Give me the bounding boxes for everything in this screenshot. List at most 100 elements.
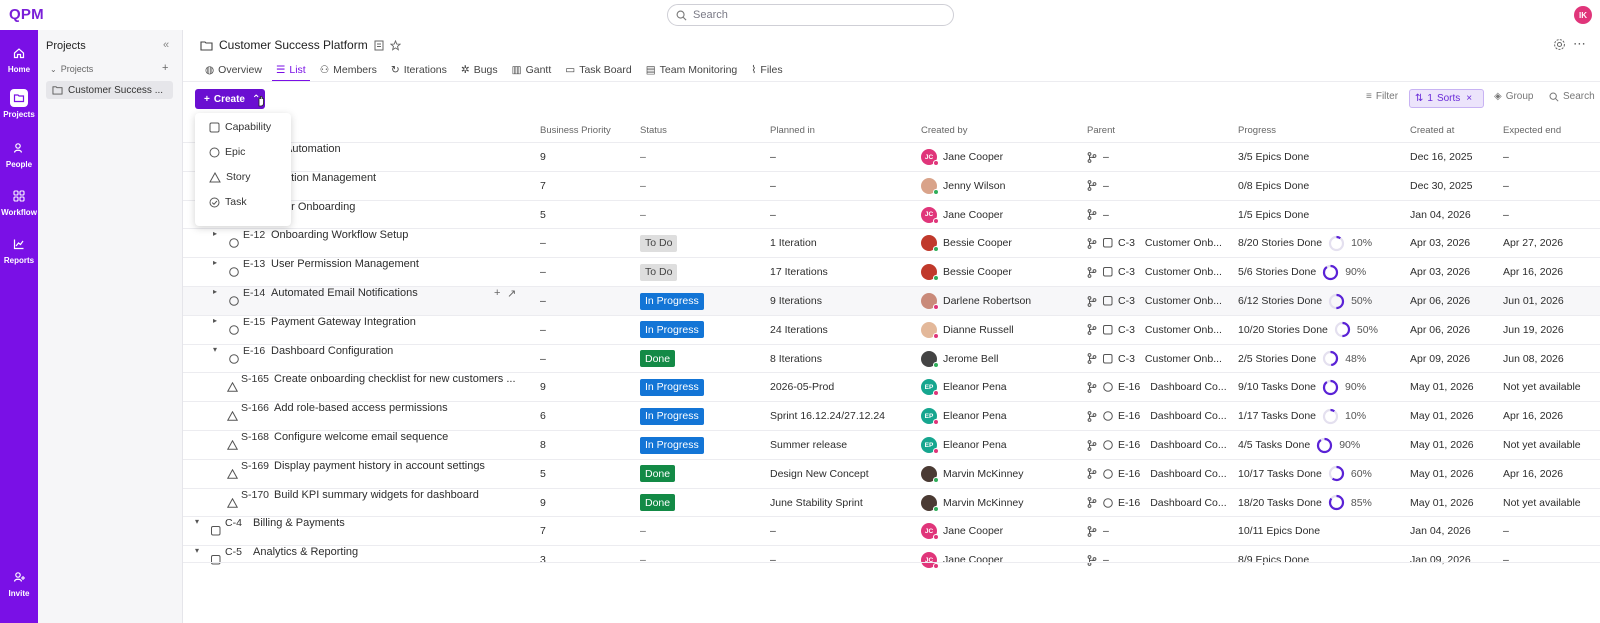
item-title[interactable]: er Onboarding [285, 201, 355, 213]
parent-title[interactable]: – [1103, 151, 1109, 163]
column-header-status[interactable]: Status [640, 125, 667, 136]
parent-title[interactable]: Dashboard Co... [1150, 410, 1226, 422]
menu-item-task[interactable]: Task [209, 196, 247, 208]
expand-caret-icon[interactable]: ▸ [213, 229, 217, 238]
group-button[interactable]: ◈ Group [1494, 91, 1534, 102]
tab-iterations[interactable]: ↻ Iterations [384, 60, 454, 80]
parent-title[interactable]: – [1103, 525, 1109, 537]
settings-icon[interactable] [1553, 38, 1566, 54]
tab-list[interactable]: ☰ List [269, 60, 313, 82]
table-row[interactable]: S-170 Build KPI summary widgets for dashb… [183, 487, 1600, 517]
avatar[interactable] [921, 177, 939, 195]
status-badge[interactable]: In Progress [640, 407, 704, 425]
column-header-priority[interactable]: Business Priority [540, 125, 611, 136]
expand-caret-icon[interactable]: ▸ [213, 258, 217, 267]
table-search-button[interactable]: Search [1549, 91, 1595, 102]
sidebar-item-project[interactable]: Customer Success ... [46, 81, 173, 99]
create-button[interactable]: + Create ⌃ [195, 89, 265, 109]
parent-title[interactable]: Customer Onb... [1145, 324, 1222, 336]
table-row[interactable]: ▸ E-15 Payment Gateway Integration – In Prog… [183, 314, 1600, 344]
table-row[interactable]: ▾ C-4 Billing & Payments 7 – – JC Jane Cooper – 1… [183, 516, 1600, 545]
avatar[interactable] [921, 293, 939, 310]
item-title[interactable]: Payment Gateway Integration [271, 316, 416, 328]
item-title[interactable]: Analytics & Reporting [253, 546, 358, 558]
item-title[interactable]: Display payment history in account setti… [274, 460, 485, 472]
app-logo[interactable]: QPM [9, 6, 44, 23]
add-project-icon[interactable]: + [162, 62, 168, 74]
item-title[interactable]: Configure welcome email sequence [274, 431, 448, 443]
avatar[interactable] [921, 465, 939, 483]
parent-title[interactable]: Dashboard Co... [1150, 381, 1226, 393]
status-badge[interactable]: To Do [640, 234, 678, 252]
parent-title[interactable]: Dashboard Co... [1150, 439, 1226, 451]
table-row[interactable]: S-169 Display payment history in account … [183, 458, 1600, 488]
table-row[interactable]: S-166 Add role-based access permissions 6 I… [183, 401, 1600, 430]
parent-title[interactable]: – [1103, 180, 1109, 192]
menu-item-capability[interactable]: Capability [209, 121, 271, 133]
parent-title[interactable]: – [1103, 554, 1109, 566]
parent-title[interactable]: – [1103, 209, 1109, 221]
table-row[interactable]: ▸ E-13 User Permission Management – To Do 17 … [183, 257, 1600, 286]
tab-team-monitoring[interactable]: ▤ Team Monitoring [639, 60, 745, 80]
rail-item-workflow[interactable]: Workflow [0, 187, 38, 217]
status-badge[interactable]: Done [640, 350, 676, 368]
projects-section-toggle[interactable]: ⌄ Projects [50, 64, 93, 74]
column-header-expected-end[interactable]: Expected end [1503, 125, 1561, 136]
parent-title[interactable]: Customer Onb... [1145, 237, 1222, 249]
document-icon[interactable] [374, 40, 384, 51]
rail-item-people[interactable]: People [0, 139, 38, 169]
item-title[interactable]: Build KPI summary widgets for dashboard [274, 489, 479, 501]
item-title[interactable]: Billing & Payments [253, 517, 345, 529]
rail-item-reports[interactable]: Reports [0, 235, 38, 265]
expand-caret-icon[interactable]: ▸ [213, 287, 217, 296]
global-search-input[interactable]: Search [667, 4, 954, 26]
tab-task-board[interactable]: ▭ Task Board [558, 60, 638, 80]
status-badge[interactable]: Done [640, 465, 676, 483]
parent-title[interactable]: Dashboard Co... [1150, 497, 1226, 509]
item-title[interactable]: Add role-based access permissions [274, 402, 448, 414]
table-row[interactable]: S-165 Create onboarding checklist for new… [183, 372, 1600, 401]
avatar[interactable]: JC [921, 523, 939, 541]
avatar[interactable] [921, 264, 939, 282]
avatar[interactable] [921, 350, 939, 368]
more-options-icon[interactable]: ⋯ [1573, 36, 1586, 52]
parent-title[interactable]: Customer Onb... [1145, 295, 1222, 307]
table-row[interactable]: ▸ E-12 Onboarding Workflow Setup – To Do 1 It… [183, 228, 1600, 257]
collapse-caret-icon[interactable]: ▾ [195, 546, 199, 555]
column-header-planned[interactable]: Planned in [770, 125, 815, 136]
status-badge[interactable]: Done [640, 494, 676, 512]
table-row[interactable]: ▾ E-16 Dashboard Configuration – Done 8 Itera… [183, 343, 1600, 373]
collapse-caret-icon[interactable]: ▾ [195, 517, 199, 526]
item-title[interactable]: Onboarding Workflow Setup [271, 229, 408, 241]
collapse-caret-icon[interactable]: ▾ [213, 345, 217, 354]
avatar[interactable]: EP [921, 408, 939, 426]
tab-overview[interactable]: ◍ Overview [198, 60, 269, 80]
status-badge[interactable]: In Progress [640, 292, 704, 310]
status-badge[interactable]: In Progress [640, 378, 704, 396]
avatar[interactable] [921, 235, 939, 253]
tab-files[interactable]: ⌇ Files [744, 60, 789, 80]
column-header-parent[interactable]: Parent [1087, 125, 1115, 136]
avatar[interactable]: JC [921, 149, 939, 166]
item-title[interactable]: Automation [285, 143, 341, 155]
parent-title[interactable]: Customer Onb... [1145, 353, 1222, 365]
column-header-created-at[interactable]: Created at [1410, 125, 1454, 136]
avatar[interactable]: JC [921, 552, 939, 570]
item-title[interactable]: Dashboard Configuration [271, 345, 393, 357]
avatar[interactable] [921, 321, 939, 339]
close-icon[interactable]: × [1466, 93, 1472, 104]
table-row[interactable]: Automation 9 – – JC Jane Cooper – 3/5 Epics Don… [183, 142, 1600, 171]
tab-bugs[interactable]: ✲ Bugs [454, 60, 505, 80]
avatar[interactable] [921, 494, 939, 512]
avatar[interactable]: EP [921, 379, 939, 397]
collapse-panel-icon[interactable]: « [163, 39, 169, 51]
table-row[interactable]: otion Management 7 – – Jenny Wilson – 0/8 Epic… [183, 170, 1600, 200]
table-row[interactable]: S-168 Configure welcome email sequence 8 In… [183, 430, 1600, 459]
avatar[interactable]: JC [921, 206, 939, 224]
parent-title[interactable]: Customer Onb... [1145, 266, 1222, 278]
tab-gantt[interactable]: ▥ Gantt [505, 60, 559, 80]
column-header-progress[interactable]: Progress [1238, 125, 1276, 136]
menu-item-story[interactable]: Story [209, 171, 251, 183]
star-icon[interactable] [389, 39, 401, 51]
status-badge[interactable]: In Progress [640, 436, 704, 454]
